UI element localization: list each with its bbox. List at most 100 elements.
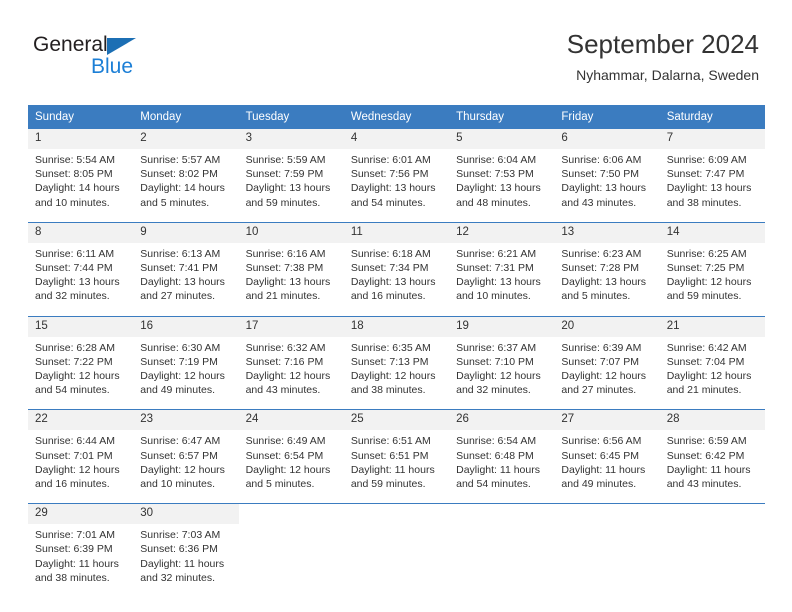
daylight-text: Daylight: 12 hours and 10 minutes. [140, 463, 225, 491]
weekday-tuesday: Tuesday [245, 111, 290, 123]
day-cell-empty [660, 504, 765, 585]
sunrise-text: Sunrise: 5:59 AM [245, 154, 326, 166]
general-blue-logo[interactable]: General Blue [33, 33, 213, 83]
daylight-text: Daylight: 11 hours and 59 minutes. [350, 463, 435, 491]
day-info: Sunrise: 6:21 AM Sunset: 7:31 PM Dayligh… [449, 243, 554, 304]
sunset-text: Sunset: 7:19 PM [140, 355, 218, 368]
daylight-text: Daylight: 12 hours and 21 minutes. [666, 370, 752, 397]
day-cell[interactable]: 7 Sunrise: 6:09 AM Sunset: 7:47 PM Dayli… [659, 129, 765, 210]
day-cell[interactable]: 15 Sunrise: 6:28 AM Sunset: 7:22 PM Dayl… [28, 316, 134, 398]
day-cell[interactable]: 6 Sunrise: 6:06 AM Sunset: 7:50 PM Dayli… [554, 129, 660, 210]
sunset-text: Sunset: 6:45 PM [561, 449, 640, 462]
sunrise-text: Sunrise: 6:23 AM [561, 247, 642, 260]
day-info: Sunrise: 7:03 AM Sunset: 6:36 PM Dayligh… [133, 524, 238, 585]
week-row: 8 Sunrise: 6:11 AM Sunset: 7:44 PM Dayli… [28, 221, 765, 304]
day-cell[interactable]: 5 Sunrise: 6:04 AM Sunset: 7:53 PM Dayli… [449, 129, 555, 210]
sunset-text: Sunset: 6:57 PM [140, 449, 218, 462]
day-number: 25 [343, 410, 450, 431]
day-cell[interactable]: 9 Sunrise: 6:13 AM Sunset: 7:41 PM Dayli… [133, 222, 239, 304]
day-cell-empty [239, 504, 344, 585]
day-info: Sunrise: 5:59 AM Sunset: 7:59 PM Dayligh… [239, 149, 344, 210]
day-number: 22 [28, 410, 134, 431]
day-cell-empty [344, 504, 449, 585]
sunrise-text: Sunrise: 6:06 AM [561, 154, 642, 166]
daylight-text: Daylight: 13 hours and 10 minutes. [456, 276, 541, 303]
day-cell[interactable]: 12 Sunrise: 6:21 AM Sunset: 7:31 PM Dayl… [449, 222, 555, 304]
day-number: 26 [449, 410, 555, 431]
day-cell[interactable]: 24 Sunrise: 6:49 AM Sunset: 6:54 PM Dayl… [238, 410, 344, 491]
day-cell[interactable]: 21 Sunrise: 6:42 AM Sunset: 7:04 PM Dayl… [659, 316, 765, 398]
day-cell[interactable]: 18 Sunrise: 6:35 AM Sunset: 7:13 PM Dayl… [343, 316, 450, 398]
sunset-text: Sunset: 7:50 PM [561, 168, 640, 181]
day-cell[interactable]: 30 Sunrise: 7:03 AM Sunset: 6:36 PM Dayl… [133, 504, 239, 585]
day-number: 14 [659, 222, 765, 243]
weekday-monday: Monday [140, 111, 182, 123]
day-cell[interactable]: 28 Sunrise: 6:59 AM Sunset: 6:42 PM Dayl… [659, 410, 765, 491]
day-cell[interactable]: 3 Sunrise: 5:59 AM Sunset: 7:59 PM Dayli… [238, 129, 344, 210]
day-info: Sunrise: 6:39 AM Sunset: 7:07 PM Dayligh… [554, 337, 659, 398]
sunrise-text: Sunrise: 6:16 AM [245, 247, 326, 260]
daylight-text: Daylight: 13 hours and 16 minutes. [350, 276, 436, 303]
sunset-text: Sunset: 7:22 PM [35, 355, 113, 368]
sunrise-text: Sunrise: 6:51 AM [350, 435, 431, 448]
weekday-sunday: Sunday [35, 111, 75, 123]
day-cell[interactable]: 13 Sunrise: 6:23 AM Sunset: 7:28 PM Dayl… [554, 222, 660, 304]
day-info: Sunrise: 6:04 AM Sunset: 7:53 PM Dayligh… [449, 149, 554, 210]
sunset-text: Sunset: 7:34 PM [350, 262, 429, 275]
day-cell[interactable]: 14 Sunrise: 6:25 AM Sunset: 7:25 PM Dayl… [659, 222, 765, 304]
day-cell[interactable]: 16 Sunrise: 6:30 AM Sunset: 7:19 PM Dayl… [133, 316, 239, 398]
day-number: 29 [28, 504, 134, 525]
sunset-text: Sunset: 6:39 PM [35, 543, 113, 556]
day-cell[interactable]: 22 Sunrise: 6:44 AM Sunset: 7:01 PM Dayl… [28, 410, 134, 491]
daylight-text: Daylight: 11 hours and 49 minutes. [561, 463, 646, 491]
page-subtitle: Nyhammar, Dalarna, Sweden [576, 67, 759, 83]
day-number: 7 [659, 129, 765, 149]
day-info: Sunrise: 6:49 AM Sunset: 6:54 PM Dayligh… [239, 430, 344, 491]
day-cell[interactable]: 2 Sunrise: 5:57 AM Sunset: 8:02 PM Dayli… [133, 129, 239, 210]
day-info: Sunrise: 6:59 AM Sunset: 6:42 PM Dayligh… [660, 430, 765, 491]
day-number: 17 [238, 316, 344, 337]
week-row: 22 Sunrise: 6:44 AM Sunset: 7:01 PM Dayl… [28, 409, 765, 491]
day-number: 2 [133, 129, 239, 149]
sunset-text: Sunset: 7:44 PM [35, 262, 113, 275]
day-number: 8 [28, 222, 134, 243]
day-cell[interactable]: 11 Sunrise: 6:18 AM Sunset: 7:34 PM Dayl… [343, 222, 450, 304]
daylight-text: Daylight: 13 hours and 54 minutes. [350, 182, 436, 209]
daylight-text: Daylight: 12 hours and 16 minutes. [35, 463, 120, 491]
day-cell[interactable]: 10 Sunrise: 6:16 AM Sunset: 7:38 PM Dayl… [238, 222, 344, 304]
day-info: Sunrise: 6:06 AM Sunset: 7:50 PM Dayligh… [554, 149, 659, 210]
day-info: Sunrise: 6:11 AM Sunset: 7:44 PM Dayligh… [28, 243, 133, 304]
logo-text-blue: Blue [91, 55, 134, 78]
day-info: Sunrise: 6:09 AM Sunset: 7:47 PM Dayligh… [660, 149, 765, 210]
daylight-text: Daylight: 11 hours and 38 minutes. [35, 557, 119, 584]
day-number: 27 [554, 410, 660, 431]
day-cell[interactable]: 4 Sunrise: 6:01 AM Sunset: 7:56 PM Dayli… [343, 129, 450, 210]
day-number: 18 [343, 316, 450, 337]
day-number: 4 [343, 129, 450, 149]
day-number [660, 504, 765, 524]
sunrise-text: Sunrise: 6:01 AM [350, 154, 431, 166]
page-header: General Blue September 2024 Nyhammar, Da… [0, 0, 792, 96]
day-cell[interactable]: 27 Sunrise: 6:56 AM Sunset: 6:45 PM Dayl… [554, 410, 660, 491]
sunset-text: Sunset: 7:41 PM [140, 262, 218, 275]
day-number: 19 [449, 316, 555, 337]
sunrise-text: Sunrise: 6:35 AM [350, 341, 431, 354]
day-cell[interactable]: 25 Sunrise: 6:51 AM Sunset: 6:51 PM Dayl… [343, 410, 450, 491]
day-cell[interactable]: 8 Sunrise: 6:11 AM Sunset: 7:44 PM Dayli… [28, 222, 134, 304]
day-cell[interactable]: 29 Sunrise: 7:01 AM Sunset: 6:39 PM Dayl… [28, 504, 134, 585]
sunset-text: Sunset: 7:59 PM [245, 168, 324, 181]
day-cell[interactable]: 19 Sunrise: 6:37 AM Sunset: 7:10 PM Dayl… [449, 316, 555, 398]
day-cell[interactable]: 17 Sunrise: 6:32 AM Sunset: 7:16 PM Dayl… [238, 316, 344, 398]
day-number: 15 [28, 316, 134, 337]
day-cell[interactable]: 20 Sunrise: 6:39 AM Sunset: 7:07 PM Dayl… [554, 316, 660, 398]
sunset-text: Sunset: 7:07 PM [561, 355, 640, 368]
day-number [554, 504, 659, 524]
day-cell[interactable]: 26 Sunrise: 6:54 AM Sunset: 6:48 PM Dayl… [449, 410, 555, 491]
sunrise-text: Sunrise: 5:54 AM [35, 154, 115, 166]
daylight-text: Daylight: 13 hours and 43 minutes. [561, 182, 647, 209]
day-info: Sunrise: 6:25 AM Sunset: 7:25 PM Dayligh… [660, 243, 765, 304]
day-cell[interactable]: 1 Sunrise: 5:54 AM Sunset: 8:05 PM Dayli… [28, 129, 134, 210]
day-number [239, 504, 344, 524]
day-number: 16 [133, 316, 239, 337]
day-cell[interactable]: 23 Sunrise: 6:47 AM Sunset: 6:57 PM Dayl… [133, 410, 239, 491]
